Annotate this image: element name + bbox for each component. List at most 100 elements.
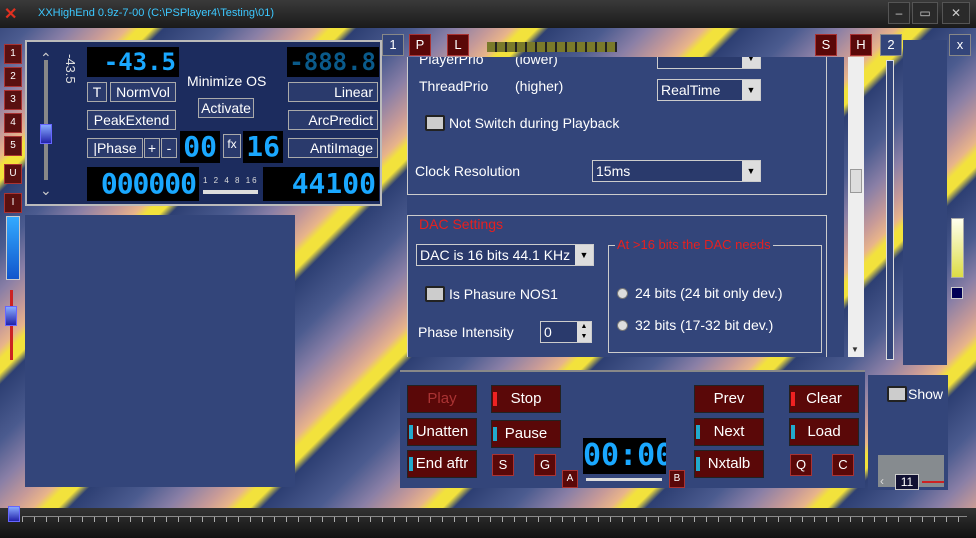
minimize-window-button[interactable]: – bbox=[888, 2, 910, 24]
maximize-window-button[interactable]: ▭ bbox=[912, 2, 938, 24]
volume-down-icon[interactable]: ⌄ bbox=[40, 182, 52, 199]
scrollbar-thumb[interactable] bbox=[850, 169, 862, 193]
title-bar: ✕ XXHighEnd 0.9z-7-00 (C:\PSPlayer4\Test… bbox=[0, 0, 976, 28]
load-label: Load bbox=[807, 423, 841, 440]
clock-resolution-value: 15ms bbox=[596, 163, 631, 179]
indicator bbox=[791, 425, 795, 439]
chevron-down-icon[interactable]: ▼ bbox=[742, 161, 760, 181]
pause-button[interactable]: Pause bbox=[491, 420, 561, 448]
pane-2-button[interactable]: 2 bbox=[880, 34, 902, 56]
minus-button[interactable]: - bbox=[161, 138, 177, 158]
threadprio-combo[interactable]: RealTime ▼ bbox=[657, 79, 761, 101]
not-switch-checkbox[interactable] bbox=[425, 115, 445, 131]
scroll-down-icon[interactable]: ▼ bbox=[851, 345, 859, 354]
right-small-button[interactable] bbox=[951, 287, 963, 299]
threadprio-value: (higher) bbox=[515, 78, 564, 94]
balance-slider-knob[interactable] bbox=[5, 306, 17, 326]
bit-depth-lcd: 16 bbox=[243, 131, 283, 163]
u-button[interactable]: U bbox=[4, 164, 22, 184]
s-header-button[interactable]: S bbox=[815, 34, 837, 56]
next-button[interactable]: Next bbox=[694, 418, 764, 446]
right-meter bbox=[951, 218, 964, 278]
phase-button[interactable]: |Phase bbox=[87, 138, 143, 158]
divider-bar[interactable] bbox=[886, 60, 894, 360]
prev-button[interactable]: Prev bbox=[694, 385, 764, 413]
oversampling-slider[interactable] bbox=[203, 190, 258, 194]
close-window-button[interactable]: ✕ bbox=[942, 2, 970, 24]
next-album-button[interactable]: Nxtalb bbox=[694, 450, 764, 478]
unatten-button[interactable]: Unatten bbox=[407, 418, 477, 446]
stop-label: Stop bbox=[510, 390, 542, 407]
normvol-button[interactable]: NormVol bbox=[110, 82, 176, 102]
c-button[interactable]: C bbox=[832, 454, 854, 476]
radio-24-label: 24 bits (24 bit only dev.) bbox=[635, 285, 783, 301]
arcpredict-button[interactable]: ArcPredict bbox=[288, 110, 378, 130]
phase-intensity-spinner[interactable]: 0 ▲ ▼ bbox=[540, 321, 592, 343]
right-lcd: -888.8 bbox=[287, 47, 379, 77]
clock-resolution-combo[interactable]: 15ms ▼ bbox=[592, 160, 761, 182]
show-checkbox[interactable] bbox=[887, 386, 907, 402]
volume-lcd: -43.5 bbox=[87, 47, 179, 77]
q-button[interactable]: Q bbox=[790, 454, 812, 476]
list-1-button[interactable]: 1 bbox=[4, 44, 22, 64]
end-after-button[interactable]: End aftr bbox=[407, 450, 477, 478]
s-button[interactable]: S bbox=[492, 454, 514, 476]
load-button[interactable]: Load bbox=[789, 418, 859, 446]
list-3-button[interactable]: 3 bbox=[4, 90, 22, 110]
fx-button[interactable]: fx bbox=[223, 134, 241, 158]
a-button[interactable]: A bbox=[562, 470, 578, 488]
b-button[interactable]: B bbox=[669, 470, 685, 488]
chevron-left-icon[interactable]: ‹ bbox=[880, 474, 884, 488]
minimize-os-label[interactable]: Minimize OS bbox=[187, 73, 266, 89]
counter-lcd: 000000 bbox=[87, 167, 199, 201]
playerprio-combo[interactable]: ▼ bbox=[657, 57, 761, 69]
playlist-area[interactable] bbox=[25, 215, 295, 487]
g-button[interactable]: G bbox=[534, 454, 556, 476]
pause-label: Pause bbox=[504, 425, 548, 442]
h-header-button[interactable]: H bbox=[850, 34, 872, 56]
timeline-knob[interactable] bbox=[8, 506, 20, 522]
end-after-label: End aftr bbox=[415, 455, 469, 472]
close-pane-button[interactable]: x bbox=[949, 34, 971, 56]
volume-slider-track[interactable] bbox=[44, 60, 48, 180]
list-2-button[interactable]: 2 bbox=[4, 67, 22, 87]
play-button[interactable]: Play bbox=[407, 385, 477, 413]
nos1-checkbox[interactable] bbox=[425, 286, 445, 302]
playerprio-label: PlayerPrio bbox=[419, 57, 484, 67]
activate-button[interactable]: Activate bbox=[198, 98, 254, 118]
antiimage-button[interactable]: AntiImage bbox=[288, 138, 378, 158]
dac-combo[interactable]: DAC is 16 bits 44.1 KHz ▼ bbox=[416, 244, 594, 266]
l-button[interactable]: L bbox=[447, 34, 469, 56]
p-button[interactable]: P bbox=[409, 34, 431, 56]
settings-panel: PlayerPrio (lower) ▼ ThreadPrio (higher)… bbox=[407, 57, 844, 357]
volume-slider-knob[interactable] bbox=[40, 124, 52, 144]
plus-button[interactable]: + bbox=[144, 138, 160, 158]
list-4-button[interactable]: 4 bbox=[4, 113, 22, 133]
list-5-button[interactable]: 5 bbox=[4, 136, 22, 156]
linear-button[interactable]: Linear bbox=[288, 82, 378, 102]
app-icon[interactable]: ✕ bbox=[4, 4, 24, 23]
stop-button[interactable]: Stop bbox=[491, 385, 561, 413]
dac-settings-heading: DAC Settings bbox=[417, 216, 506, 232]
position-slider[interactable] bbox=[586, 478, 662, 481]
settings-scrollbar[interactable]: ▼ bbox=[848, 57, 864, 357]
dac-note: At >16 bits the DAC needs bbox=[615, 237, 773, 252]
t-button[interactable]: T bbox=[87, 82, 107, 102]
dac-combo-value: DAC is 16 bits 44.1 KHz bbox=[420, 247, 571, 263]
mid-left-lcd: 00 bbox=[180, 131, 220, 163]
clear-button[interactable]: Clear bbox=[789, 385, 859, 413]
i-button[interactable]: I bbox=[4, 193, 22, 213]
timeline-ruler[interactable] bbox=[22, 516, 967, 522]
peakextend-button[interactable]: PeakExtend bbox=[87, 110, 176, 130]
right-pane bbox=[903, 40, 947, 365]
red-line bbox=[922, 481, 944, 483]
pane-1-button[interactable]: 1 bbox=[382, 34, 404, 56]
radio-32-bits[interactable] bbox=[617, 320, 628, 331]
phase-intensity-value: 0 bbox=[544, 324, 552, 340]
indicator bbox=[696, 457, 700, 471]
radio-24-bits[interactable] bbox=[617, 288, 628, 299]
chevron-down-icon[interactable]: ▼ bbox=[575, 245, 593, 265]
chevron-down-icon[interactable]: ▼ bbox=[742, 80, 760, 100]
chevron-down-icon[interactable]: ▼ bbox=[742, 57, 760, 68]
spinner-arrows-icon[interactable]: ▲ ▼ bbox=[577, 322, 591, 342]
